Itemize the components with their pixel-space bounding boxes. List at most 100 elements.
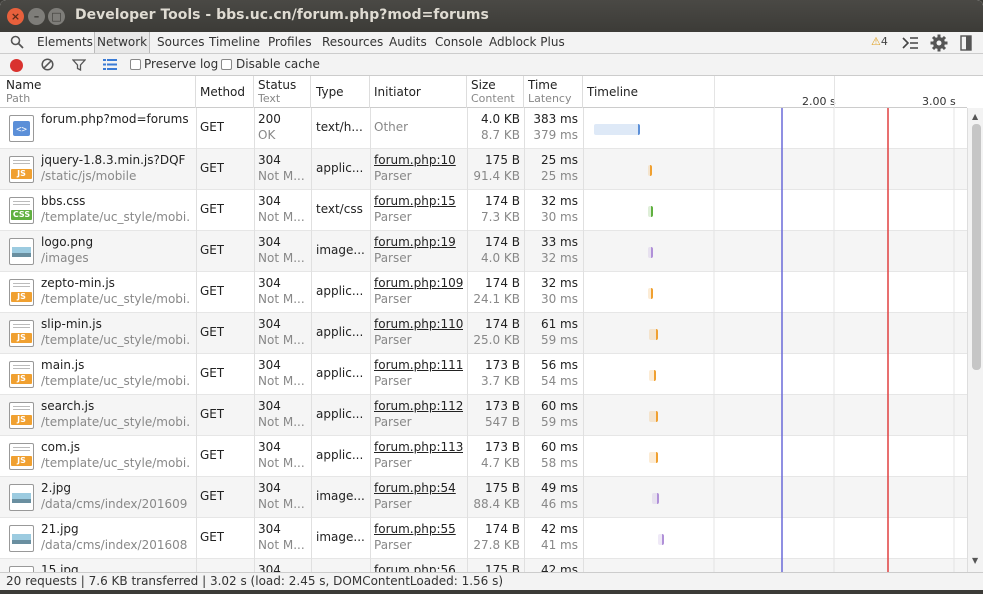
column-divider bbox=[583, 108, 584, 149]
tab-adblock-plus[interactable]: Adblock Plus bbox=[487, 32, 567, 53]
request-initiator[interactable]: forum.php:55 bbox=[374, 522, 456, 536]
scroll-up-arrow-icon[interactable]: ▲ bbox=[972, 112, 978, 121]
request-initiator[interactable]: forum.php:109 bbox=[374, 276, 463, 290]
table-row[interactable]: 15.jpgGET304forum.php:56175 B42 ms bbox=[0, 559, 967, 572]
request-name[interactable]: slip-min.js bbox=[41, 317, 191, 331]
column-divider bbox=[196, 272, 197, 313]
clear-icon[interactable] bbox=[41, 58, 54, 71]
request-latency: 379 ms bbox=[533, 128, 578, 142]
column-divider bbox=[467, 436, 468, 477]
request-name[interactable]: bbs.css bbox=[41, 194, 191, 208]
timeline-bar bbox=[651, 493, 659, 504]
request-path: /data/cms/index/201608 bbox=[41, 538, 188, 552]
table-row[interactable]: <> forum.php?mod=forums GET 200 OK text/h... O… bbox=[0, 108, 967, 149]
initiator-parser: Parser bbox=[374, 415, 412, 429]
disable-cache-checkbox[interactable] bbox=[221, 59, 232, 70]
request-name[interactable]: forum.php?mod=forums bbox=[41, 112, 191, 126]
time-column-header[interactable]: Time Latency bbox=[524, 76, 583, 108]
warnings-counter[interactable]: ⚠4 bbox=[871, 35, 888, 48]
tab-sources[interactable]: Sources bbox=[155, 32, 206, 53]
search-icon[interactable] bbox=[10, 35, 24, 49]
gear-icon[interactable] bbox=[930, 34, 948, 52]
table-row[interactable]: JS jquery-1.8.3.min.js?DQF/static/js/mobi… bbox=[0, 149, 967, 190]
filter-icon[interactable] bbox=[72, 59, 86, 71]
initiator-parser: Parser bbox=[374, 169, 412, 183]
table-row[interactable]: JS slip-min.js/template/uc_style/mobi... G… bbox=[0, 313, 967, 354]
js-icon: JS bbox=[9, 361, 34, 388]
text-header-label: Text bbox=[258, 92, 281, 105]
tab-elements[interactable]: Elements bbox=[35, 32, 95, 53]
devtools-window: × – □ Developer Tools - bbs.uc.cn/forum.… bbox=[0, 0, 983, 594]
request-name[interactable]: 21.jpg bbox=[41, 522, 191, 536]
timeline-bar bbox=[649, 411, 658, 422]
request-initiator[interactable]: forum.php:10 bbox=[374, 153, 456, 167]
scroll-down-arrow-icon[interactable]: ▼ bbox=[972, 556, 978, 565]
request-initiator[interactable]: forum.php:110 bbox=[374, 317, 463, 331]
request-time: 60 ms bbox=[540, 440, 578, 454]
record-button[interactable] bbox=[10, 59, 23, 72]
request-name[interactable]: logo.png bbox=[41, 235, 191, 249]
preserve-log-checkbox[interactable] bbox=[130, 59, 141, 70]
request-size: 175 B bbox=[485, 481, 520, 495]
js-icon: JS bbox=[9, 156, 34, 183]
show-console-icon[interactable] bbox=[901, 35, 919, 51]
tab-timeline[interactable]: Timeline bbox=[207, 32, 262, 53]
request-name[interactable]: main.js bbox=[41, 358, 191, 372]
table-row[interactable]: JS com.js/template/uc_style/mobi... GET 304… bbox=[0, 436, 967, 477]
request-initiator[interactable]: forum.php:56 bbox=[374, 563, 456, 572]
close-window-button[interactable]: × bbox=[7, 8, 24, 25]
request-initiator[interactable]: forum.php:111 bbox=[374, 358, 463, 372]
tab-profiles[interactable]: Profiles bbox=[266, 32, 314, 53]
request-size: 173 B bbox=[485, 358, 520, 372]
request-time: 42 ms bbox=[540, 522, 578, 536]
table-row[interactable]: 21.jpg/data/cms/index/201608 GET 304 Not M.… bbox=[0, 518, 967, 559]
maximize-window-button[interactable]: □ bbox=[48, 8, 65, 25]
request-initiator[interactable]: forum.php:113 bbox=[374, 440, 463, 454]
type-column-header[interactable]: Type bbox=[311, 76, 370, 108]
request-initiator[interactable]: forum.php:15 bbox=[374, 194, 456, 208]
tab-audits[interactable]: Audits bbox=[387, 32, 429, 53]
table-row[interactable]: JS main.js/template/uc_style/mobi... GET 30… bbox=[0, 354, 967, 395]
tab-network[interactable]: Network bbox=[94, 32, 151, 53]
size-column-header[interactable]: Size Content bbox=[467, 76, 524, 108]
request-name[interactable]: 2.jpg bbox=[41, 481, 191, 495]
network-toolbar: Preserve log Disable cache bbox=[0, 54, 983, 76]
request-name[interactable]: 15.jpg bbox=[41, 563, 191, 572]
table-row[interactable]: logo.png/images GET 304 Not M... image... for… bbox=[0, 231, 967, 272]
request-name[interactable]: search.js bbox=[41, 399, 191, 413]
dock-side-icon[interactable] bbox=[960, 35, 972, 51]
request-initiator[interactable]: forum.php:19 bbox=[374, 235, 456, 249]
vertical-scrollbar[interactable]: ▲ ▼ bbox=[967, 108, 983, 572]
column-divider bbox=[524, 149, 525, 190]
large-rows-icon[interactable] bbox=[103, 59, 117, 70]
column-divider bbox=[254, 395, 255, 436]
column-divider bbox=[196, 559, 197, 572]
scrollbar-thumb[interactable] bbox=[972, 124, 981, 370]
table-row[interactable]: JS search.js/template/uc_style/mobi... GET… bbox=[0, 395, 967, 436]
column-divider bbox=[196, 518, 197, 559]
table-header: Name Path Method Status Text Type Initia… bbox=[0, 76, 967, 108]
request-name[interactable]: com.js bbox=[41, 440, 191, 454]
request-name[interactable]: jquery-1.8.3.min.js?DQF bbox=[41, 153, 191, 167]
initiator-column-header[interactable]: Initiator bbox=[370, 76, 467, 108]
table-row[interactable]: JS zepto-min.js/template/uc_style/mobi...… bbox=[0, 272, 967, 313]
method-column-header[interactable]: Method bbox=[196, 76, 254, 108]
tab-resources[interactable]: Resources bbox=[320, 32, 385, 53]
timeline-column-header[interactable]: Timeline bbox=[583, 76, 967, 108]
request-method: GET bbox=[200, 325, 225, 339]
table-row[interactable]: CSS bbs.css/template/uc_style/mobi... GET 3… bbox=[0, 190, 967, 231]
column-divider bbox=[524, 395, 525, 436]
request-status-text: Not M... bbox=[258, 251, 305, 265]
request-path: /template/uc_style/mobi... bbox=[41, 415, 191, 429]
minimize-window-button[interactable]: – bbox=[28, 8, 45, 25]
table-row[interactable]: 2.jpg/data/cms/index/201609 GET 304 Not M..… bbox=[0, 477, 967, 518]
request-initiator[interactable]: forum.php:112 bbox=[374, 399, 463, 413]
request-initiator[interactable]: forum.php:54 bbox=[374, 481, 456, 495]
request-latency: 32 ms bbox=[540, 251, 578, 265]
tab-console[interactable]: Console bbox=[433, 32, 485, 53]
request-name[interactable]: zepto-min.js bbox=[41, 276, 191, 290]
initiator-parser: Parser bbox=[374, 210, 412, 224]
request-status-code: 304 bbox=[258, 522, 281, 536]
status-column-header[interactable]: Status Text bbox=[254, 76, 311, 108]
name-column-header[interactable]: Name Path bbox=[0, 76, 196, 108]
